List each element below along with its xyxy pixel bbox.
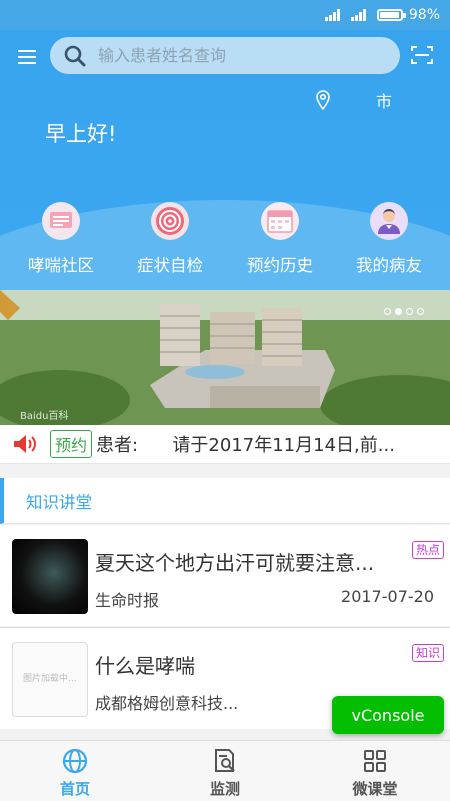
- appointment-tag: 预约: [50, 430, 93, 458]
- notice-bar[interactable]: 预约 患者: 请于2017年11月14日,前...: [0, 425, 450, 464]
- monitor-report-icon: [215, 749, 235, 772]
- feature-booking-history[interactable]: 预约历史: [235, 202, 325, 276]
- carousel-dot: [417, 308, 424, 315]
- article-source: 成都格姆创意科技...: [95, 694, 239, 713]
- search-input[interactable]: [96, 45, 360, 66]
- carousel-dot-active: [395, 308, 402, 315]
- calendar-icon: [261, 202, 299, 240]
- tab-label: 微课堂: [352, 780, 398, 798]
- tab-micro-class[interactable]: 微课堂: [300, 741, 450, 801]
- article-badge: 热点: [411, 541, 444, 559]
- feature-label: 预约历史: [247, 256, 313, 275]
- doctor-avatar-icon: [370, 202, 408, 240]
- article-title: 什么是哮喘: [95, 654, 195, 678]
- tab-home[interactable]: 首页: [0, 741, 150, 801]
- notice-text: 患者: 请于2017年11月14日,前...: [96, 435, 395, 456]
- bottom-tab-bar: 首页 监测 微课堂: [0, 740, 450, 801]
- tab-label: 首页: [59, 780, 90, 798]
- tab-monitor[interactable]: 监测: [150, 741, 300, 801]
- thumbnail-loading-text: 图片加载中...: [23, 674, 77, 684]
- vconsole-button[interactable]: vConsole: [332, 696, 444, 734]
- search-bar[interactable]: [50, 37, 400, 74]
- battery-level: 98%: [408, 7, 440, 23]
- signal-icon: [324, 9, 343, 21]
- menu-icon[interactable]: [18, 47, 38, 65]
- article-badge: 知识: [411, 644, 444, 662]
- speaker-icon: [14, 435, 36, 453]
- article-title: 夏天这个地方出汗可就要注意...: [95, 551, 375, 575]
- signal-icon: [350, 9, 369, 21]
- feature-asthma-community[interactable]: 哮喘社区: [16, 202, 106, 276]
- carousel-indicator: [384, 308, 424, 315]
- hospital-banner-image: [0, 290, 450, 425]
- feature-symptom-check[interactable]: 症状自检: [125, 202, 215, 276]
- section-title-knowledge: 知识讲堂: [0, 478, 450, 524]
- article-source: 生命时报: [95, 591, 160, 610]
- greeting-text: 早上好!: [45, 122, 117, 146]
- article-thumbnail: 图片加载中...: [12, 642, 88, 717]
- grid-icon: [364, 750, 386, 772]
- search-icon: [64, 45, 86, 66]
- banner-watermark: Baidu百科: [20, 411, 69, 422]
- carousel-dot: [384, 308, 391, 315]
- globe-icon: [62, 748, 88, 774]
- article-thumbnail: [12, 539, 88, 614]
- scan-icon[interactable]: [411, 45, 433, 65]
- tab-label: 监测: [209, 780, 240, 798]
- feature-label: 症状自检: [137, 256, 203, 275]
- feature-label: 我的病友: [356, 256, 422, 275]
- article-date: 2017-07-20: [341, 587, 434, 606]
- battery-icon: [376, 9, 406, 21]
- status-bar: 98%: [0, 0, 450, 30]
- banner-carousel[interactable]: Baidu百科: [0, 290, 450, 425]
- carousel-dot: [406, 308, 413, 315]
- target-icon: [151, 202, 189, 240]
- feature-label: 哮喘社区: [28, 256, 94, 275]
- community-icon: [42, 202, 80, 240]
- article-item[interactable]: 夏天这个地方出汗可就要注意... 热点 生命时报 2017-07-20: [0, 525, 450, 626]
- feature-my-patients[interactable]: 我的病友: [344, 202, 434, 276]
- header: 市 早上好! 哮喘社区 症状自检 预约历史 我的病友: [0, 30, 450, 290]
- location-icon[interactable]: [316, 90, 330, 110]
- city-label[interactable]: 市: [376, 88, 392, 112]
